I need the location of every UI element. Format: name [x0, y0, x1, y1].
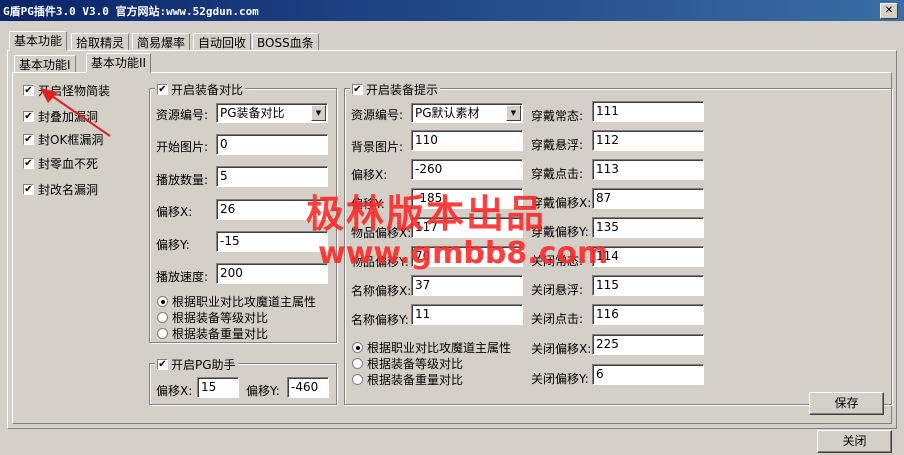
field-label: 物品偏移Y:: [351, 255, 409, 269]
field-label: 穿戴常态:: [531, 109, 584, 123]
field-label: 偏移Y:: [156, 238, 190, 252]
field-label: 偏移Y:: [246, 384, 280, 398]
radio-icon[interactable]: [352, 358, 363, 369]
tab-droprate[interactable]: 简易爆率: [132, 33, 191, 51]
checkbox-icon[interactable]: ✔: [23, 184, 34, 195]
tip-resource-select[interactable]: PG默认素材 ▼: [411, 103, 523, 123]
checkbox-icon[interactable]: ✔: [23, 134, 34, 145]
tip-offset-y-input[interactable]: -185: [411, 188, 523, 209]
field-label: 穿戴悬浮:: [531, 138, 584, 152]
field-label: 穿戴偏移Y:: [531, 225, 589, 239]
window-title: G盾PG插件3.0 V3.0 官方网站:www.52gdun.com: [3, 5, 259, 18]
offset-x-input[interactable]: 26: [216, 199, 328, 220]
check-zero-hp[interactable]: ✔ 封零血不死: [23, 155, 98, 172]
field-label: 关闭偏移X:: [531, 342, 592, 356]
radio-icon[interactable]: [157, 312, 168, 323]
subtab-basic-1[interactable]: 基本功能I: [14, 55, 76, 73]
radio-icon[interactable]: [352, 374, 363, 385]
resource-label: 资源编号:: [156, 108, 209, 122]
offset-y-input[interactable]: -15: [216, 231, 328, 252]
play-count-input[interactable]: 5: [216, 166, 328, 187]
tip-radio-weight[interactable]: 根据装备重量对比: [352, 371, 463, 388]
close-click-input[interactable]: 116: [592, 304, 704, 325]
wear-offset-x-input[interactable]: 87: [592, 188, 704, 209]
field-label: 播放速度:: [156, 270, 209, 284]
radio-compare-weight[interactable]: 根据装备重量对比: [157, 325, 268, 342]
field-label: 关闭常态:: [531, 254, 584, 268]
tip-offset-x-input[interactable]: -260: [411, 159, 523, 180]
wear-hover-input[interactable]: 112: [592, 130, 704, 151]
close-window-icon[interactable]: ✕: [880, 3, 898, 19]
item-offset-x-input[interactable]: 117: [411, 217, 523, 238]
tab-pickup[interactable]: 拾取精灵: [71, 33, 130, 51]
subtab-basic-2[interactable]: 基本功能II: [86, 53, 152, 73]
save-button[interactable]: 保存: [809, 392, 884, 415]
field-label: 开始图片:: [156, 140, 209, 154]
close-normal-input[interactable]: 114: [592, 246, 704, 267]
equip-compare-toggle[interactable]: ✔ 开启装备对比: [155, 81, 246, 98]
tab-recycle[interactable]: 自动回收: [193, 33, 252, 51]
tab-boss-hp[interactable]: BOSS血条: [252, 33, 319, 51]
field-label: 关闭偏移Y:: [531, 372, 589, 386]
field-label: 播放数量:: [156, 173, 209, 187]
field-label: 关闭点击:: [531, 312, 584, 326]
checkbox-icon[interactable]: ✔: [23, 85, 34, 96]
checkbox-icon[interactable]: ✔: [157, 359, 168, 370]
close-hover-input[interactable]: 115: [592, 275, 704, 296]
radio-compare-class[interactable]: 根据职业对比攻魔道主属性: [157, 293, 316, 310]
field-label: 背景图片:: [351, 140, 404, 154]
chevron-down-icon[interactable]: ▼: [311, 105, 326, 121]
field-label: 偏移X:: [351, 168, 388, 182]
field-label: 穿戴偏移X:: [531, 196, 592, 210]
pg-helper-toggle[interactable]: ✔ 开启PG助手: [155, 356, 238, 373]
radio-icon[interactable]: [157, 328, 168, 339]
helper-offset-x-input[interactable]: 15: [197, 377, 239, 398]
field-label: 偏移X:: [156, 205, 193, 219]
resource-select[interactable]: PG装备对比 ▼: [216, 103, 328, 123]
name-offset-x-input[interactable]: 37: [411, 275, 523, 296]
bg-image-input[interactable]: 110: [411, 130, 523, 151]
close-offset-x-input[interactable]: 225: [592, 334, 704, 355]
title-bar: G盾PG插件3.0 V3.0 官方网站:www.52gdun.com ✕: [0, 0, 904, 21]
radio-icon[interactable]: [157, 296, 168, 307]
play-speed-input[interactable]: 200: [216, 263, 328, 284]
tab-basic[interactable]: 基本功能: [9, 31, 68, 51]
red-arrow-icon: [40, 88, 111, 137]
equip-tip-toggle[interactable]: ✔ 开启装备提示: [350, 81, 441, 98]
field-label: 名称偏移Y:: [351, 313, 409, 327]
chevron-down-icon[interactable]: ▼: [506, 105, 521, 121]
checkbox-icon[interactable]: ✔: [23, 111, 34, 122]
wear-offset-y-input[interactable]: 135: [592, 217, 704, 238]
field-label: 关闭悬浮:: [531, 283, 584, 297]
check-rename-bug[interactable]: ✔ 封改名漏洞: [23, 181, 98, 198]
field-label: 偏移Y:: [351, 197, 385, 211]
field-label: 穿戴点击:: [531, 167, 584, 181]
field-label: 名称偏移X:: [351, 284, 412, 298]
checkbox-icon[interactable]: ✔: [23, 158, 34, 169]
name-offset-y-input[interactable]: 11: [411, 304, 523, 325]
radio-icon[interactable]: [352, 342, 363, 353]
helper-offset-y-input[interactable]: -460: [287, 377, 329, 398]
tip-radio-class[interactable]: 根据职业对比攻魔道主属性: [352, 339, 511, 356]
close-button[interactable]: 关闭: [817, 430, 892, 453]
close-offset-y-input[interactable]: 6: [592, 364, 704, 385]
wear-normal-input[interactable]: 111: [592, 101, 704, 122]
field-label: 偏移X:: [156, 384, 193, 398]
resource-label: 资源编号:: [351, 108, 404, 122]
tip-radio-level[interactable]: 根据装备等级对比: [352, 355, 463, 372]
checkbox-icon[interactable]: ✔: [157, 84, 168, 95]
checkbox-icon[interactable]: ✔: [352, 84, 363, 95]
item-offset-y-input[interactable]: 70: [411, 246, 523, 267]
start-image-input[interactable]: 0: [216, 134, 328, 155]
radio-compare-level[interactable]: 根据装备等级对比: [157, 309, 268, 326]
wear-click-input[interactable]: 113: [592, 159, 704, 180]
field-label: 物品偏移X:: [351, 226, 412, 240]
